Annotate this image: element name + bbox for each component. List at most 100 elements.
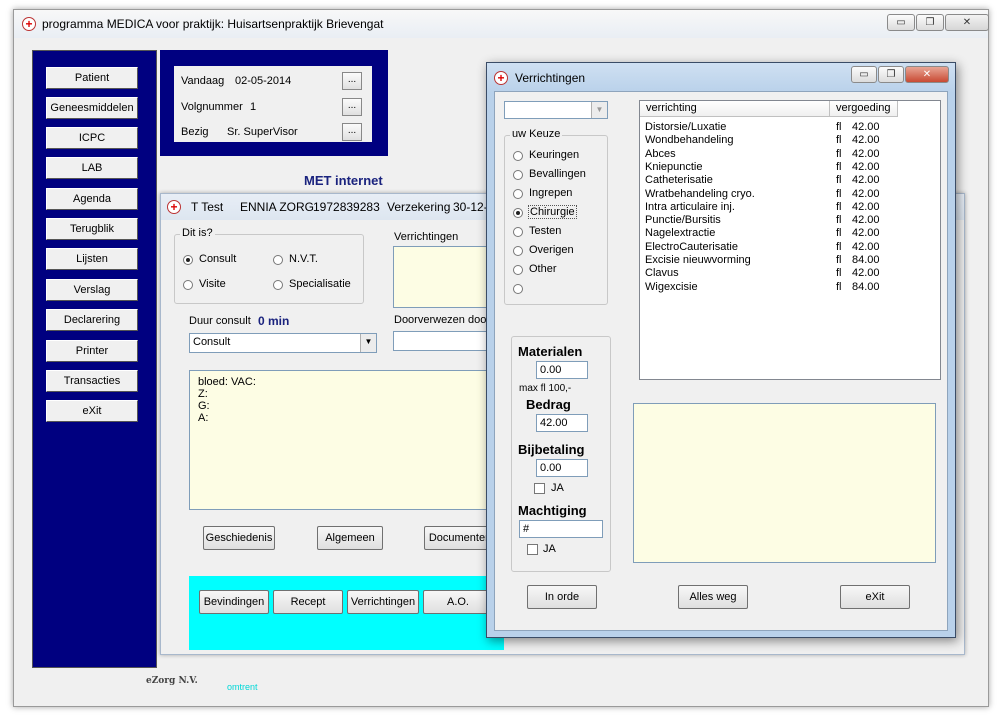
nav-exit-button[interactable]: eXit: [46, 400, 138, 422]
geschiedenis-button[interactable]: Geschiedenis: [203, 526, 275, 550]
table-row[interactable]: Distorsie/Luxatie fl 42.00: [640, 121, 940, 134]
minimize-button[interactable]: ▭: [887, 14, 915, 31]
chevron-down-icon[interactable]: ▼: [360, 334, 376, 352]
ingrepen-radio[interactable]: [513, 189, 523, 199]
bijbetaling-ja-label: JA: [551, 482, 564, 494]
procedure-name: Nagelextractie: [645, 227, 716, 240]
table-row[interactable]: Intra articulaire inj. fl 42.00: [640, 201, 940, 214]
restore-button[interactable]: ❐: [916, 14, 944, 31]
procedure-currency: fl: [836, 214, 842, 227]
duur-consult-value: 0 min: [258, 314, 290, 328]
chirurgie-radio[interactable]: [513, 208, 523, 218]
alles-weg-button[interactable]: Alles weg: [678, 585, 748, 609]
table-row[interactable]: Kniepunctie fl 42.00: [640, 161, 940, 174]
dialog-minimize-button[interactable]: ▭: [851, 66, 877, 83]
column-header-vergoeding[interactable]: vergoeding: [830, 101, 898, 117]
other-label: Other: [529, 263, 557, 275]
consult-radio-label: Consult: [199, 253, 237, 265]
table-row[interactable]: Wratbehandeling cryo. fl 42.00: [640, 188, 940, 201]
dialog-restore-button[interactable]: ❐: [878, 66, 904, 83]
other-radio[interactable]: [513, 265, 523, 275]
empty-option-radio[interactable]: [513, 284, 523, 294]
dialog-exit-button[interactable]: eXit: [840, 585, 910, 609]
table-row[interactable]: Punctie/Bursitis fl 42.00: [640, 214, 940, 227]
duur-consult-label: Duur consult: [189, 315, 251, 327]
dit-is-group: [174, 234, 364, 304]
algemeen-button[interactable]: Algemeen: [317, 526, 383, 550]
dialog-close-button[interactable]: ✕: [905, 66, 949, 83]
nav-patient-button[interactable]: Patient: [46, 67, 138, 89]
nav-printer-button[interactable]: Printer: [46, 340, 138, 362]
machtiging-ja-checkbox[interactable]: [527, 544, 538, 555]
in-orde-button[interactable]: In orde: [527, 585, 597, 609]
table-row[interactable]: Wondbehandeling fl 42.00: [640, 134, 940, 147]
table-row[interactable]: Wigexcisie fl 84.00: [640, 281, 940, 294]
overigen-radio[interactable]: [513, 246, 523, 256]
nav-icpc-button[interactable]: ICPC: [46, 127, 138, 149]
nvt-radio-label: N.V.T.: [289, 253, 318, 265]
table-row[interactable]: Abces fl 42.00: [640, 148, 940, 161]
nav-lijsten-button[interactable]: Lijsten: [46, 248, 138, 270]
machtiging-input[interactable]: #: [519, 520, 603, 538]
nav-agenda-button[interactable]: Agenda: [46, 188, 138, 210]
verzekering-label: Verzekering: [387, 200, 451, 214]
visite-radio[interactable]: [183, 280, 193, 290]
procedure-name: Wratbehandeling cryo.: [645, 187, 755, 200]
nav-lab-button[interactable]: LAB: [46, 157, 138, 179]
verrichtingen-dialog-icon: +: [494, 71, 508, 85]
nav-verslag-button[interactable]: Verslag: [46, 279, 138, 301]
bedrag-input[interactable]: 42.00: [536, 414, 588, 432]
table-row[interactable]: Catheterisatie fl 42.00: [640, 174, 940, 187]
chirurgie-label: Chirurgie: [528, 205, 577, 219]
bezig-browse-button[interactable]: ...: [342, 123, 362, 141]
verzekering-date: 30-12-: [453, 200, 488, 214]
table-row[interactable]: ElectroCauterisatie fl 42.00: [640, 241, 940, 254]
nav-geneesmiddelen-button[interactable]: Geneesmiddelen: [46, 97, 138, 119]
consult-type-select[interactable]: Consult ▼: [189, 333, 377, 353]
nvt-radio[interactable]: [273, 255, 283, 265]
category-combo[interactable]: ▼: [504, 101, 608, 119]
volgnummer-browse-button[interactable]: ...: [342, 98, 362, 116]
close-button[interactable]: ✕: [945, 14, 989, 31]
procedure-currency: fl: [836, 187, 842, 200]
chevron-down-icon[interactable]: ▼: [591, 102, 607, 118]
table-row[interactable]: Excisie nieuwvorming fl 84.00: [640, 254, 940, 267]
procedure-amount: 42.00: [852, 214, 880, 227]
column-header-verrichting[interactable]: verrichting: [640, 101, 830, 117]
keuringen-radio[interactable]: [513, 151, 523, 161]
verrichtingen-title: Verrichtingen: [515, 71, 586, 85]
procedure-amount: 42.00: [852, 187, 880, 200]
notes-line: A:: [198, 412, 209, 424]
notes-line: G:: [198, 400, 210, 412]
materialen-input[interactable]: 0.00: [536, 361, 588, 379]
bezig-value: Sr. SuperVisor: [227, 126, 298, 138]
bevallingen-radio[interactable]: [513, 170, 523, 180]
testen-radio[interactable]: [513, 227, 523, 237]
verrichtingen-button[interactable]: Verrichtingen: [347, 590, 419, 614]
consult-notes-textarea[interactable]: bloed: VAC: Z: G: A:: [189, 370, 503, 510]
table-row[interactable]: Nagelextractie fl 42.00: [640, 227, 940, 240]
consult-radio[interactable]: [183, 255, 193, 265]
recept-button[interactable]: Recept: [273, 590, 343, 614]
testen-label: Testen: [529, 225, 562, 237]
verrichtingen-notes-area[interactable]: [633, 403, 936, 563]
ao-button[interactable]: A.O.: [423, 590, 493, 614]
bevindingen-button[interactable]: Bevindingen: [199, 590, 269, 614]
verrichtingen-titlebar[interactable]: + Verrichtingen ▭ ❐ ✕: [487, 63, 955, 93]
nav-terugblik-button[interactable]: Terugblik: [46, 218, 138, 240]
bijbetaling-input[interactable]: 0.00: [536, 459, 588, 477]
vandaag-browse-button[interactable]: ...: [342, 72, 362, 90]
procedure-name: Catheterisatie: [645, 174, 713, 187]
nav-transacties-button[interactable]: Transacties: [46, 370, 138, 392]
main-titlebar[interactable]: + programma MEDICA voor praktijk: Huisar…: [14, 10, 989, 38]
specialisatie-radio-label: Specialisatie: [289, 278, 351, 290]
procedure-name: Abces: [645, 147, 676, 160]
bijbetaling-ja-checkbox[interactable]: [534, 483, 545, 494]
patient-insurer: ENNIA ZORG: [240, 200, 315, 214]
nav-declarering-button[interactable]: Declarering: [46, 309, 138, 331]
omtrent-link[interactable]: omtrent: [227, 682, 258, 692]
verrichtingen-list[interactable]: verrichting vergoeding Distorsie/Luxatie…: [639, 100, 941, 380]
specialisatie-radio[interactable]: [273, 280, 283, 290]
table-row[interactable]: Clavus fl 42.00: [640, 267, 940, 280]
ingrepen-label: Ingrepen: [529, 187, 573, 199]
